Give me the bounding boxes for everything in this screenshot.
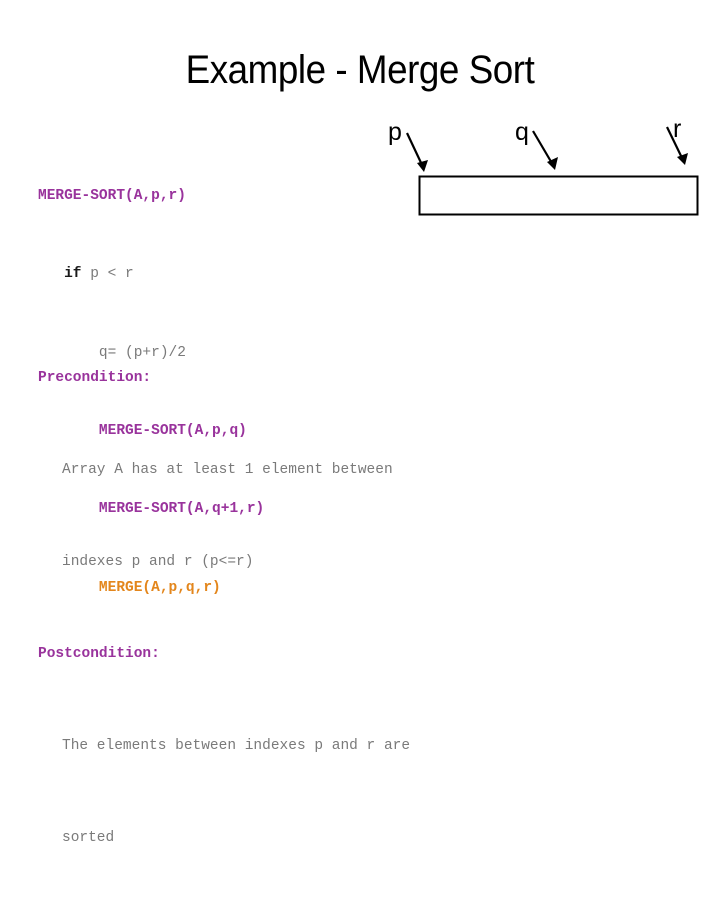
precondition-body-line-1: Array A has at least 1 element between — [62, 462, 393, 478]
postcondition-label: Postcondition: — [38, 646, 160, 662]
array-range-diagram: p q r — [370, 108, 710, 223]
marker-arrow-head-p — [417, 160, 428, 172]
marker-label-q: q — [515, 118, 529, 146]
marker-label-p: p — [388, 118, 402, 146]
array-rectangle — [418, 175, 699, 216]
marker-arrow-head-r — [677, 153, 688, 165]
precondition-label: Precondition: — [38, 370, 152, 386]
marker-arrow-shaft-p — [406, 132, 424, 168]
postcondition-body-line-1: The elements between indexes p and r are — [62, 738, 411, 754]
code-line-if-condition: if p < r — [38, 265, 264, 285]
code-token-procedure-name: MERGE-SORT(A,p,r) — [38, 187, 186, 204]
slide-canvas: Example - Merge Sort MERGE-SORT(A,p,r) i… — [0, 0, 720, 846]
postcondition-body-line-2: sorted — [62, 830, 115, 846]
code-token-condition-expression: p < r — [90, 266, 134, 283]
code-line-merge-sort-signature: MERGE-SORT(A,p,r) — [38, 187, 264, 207]
code-token-keyword-if: if — [64, 266, 91, 283]
array-diagram-svg: p q r — [388, 115, 699, 216]
conditions-block: Precondition: Array A has at least 1 ele… — [38, 298, 410, 919]
marker-label-r: r — [673, 115, 681, 143]
marker-arrow-shaft-q — [532, 130, 554, 166]
precondition-body-line-2: indexes p and r (p<=r) — [62, 554, 254, 570]
page-title: Example - Merge Sort — [185, 48, 535, 92]
